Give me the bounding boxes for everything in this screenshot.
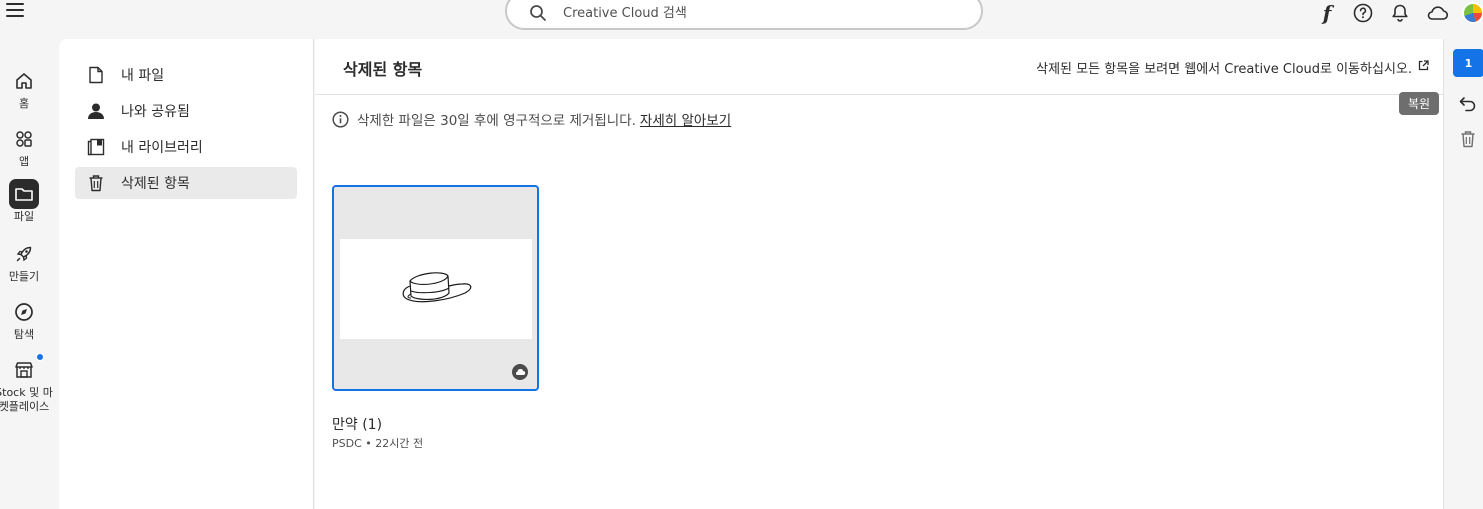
notice-text: 삭제한 파일은 30일 후에 영구적으로 제거됩니다. (357, 113, 636, 129)
open-web-link[interactable]: 삭제된 모든 항목을 보려면 웹에서 Creative Cloud로 이동하십시… (1036, 58, 1429, 77)
retention-notice: 삭제한 파일은 30일 후에 영구적으로 제거됩니다. 자세히 알아보기 (332, 109, 731, 129)
external-link-icon (1418, 60, 1429, 75)
sidebar-item-label: 나와 공유됨 (121, 104, 190, 120)
rail-label: 만들기 (8, 270, 40, 283)
cloud-icon[interactable] (1425, 2, 1449, 24)
rail-label: 파일 (13, 210, 35, 223)
hat-sketch (402, 272, 472, 303)
search-input[interactable] (563, 2, 943, 24)
apps-icon (9, 124, 39, 154)
page-title: 삭제된 항목 (343, 60, 423, 79)
rail-item-home[interactable]: 홈 (0, 66, 48, 111)
file-meta: PSDC • 22시간 전 (332, 437, 424, 450)
files-sidebar: 내 파일 나와 공유됨 내 라이브러리 삭제된 항목 (59, 39, 314, 509)
compass-icon (9, 297, 39, 327)
action-strip: 1 (1443, 39, 1483, 509)
selection-count-badge: 1 (1453, 49, 1483, 77)
avatar[interactable] (1462, 2, 1483, 24)
rail-item-files[interactable]: 파일 (0, 179, 48, 224)
help-icon[interactable] (1352, 2, 1374, 24)
store-icon (9, 353, 44, 385)
learn-more-link[interactable]: 자세히 알아보기 (640, 109, 731, 129)
sidebar-item-label: 내 라이브러리 (121, 140, 203, 156)
sidebar-item-libraries[interactable]: 내 라이브러리 (75, 131, 297, 163)
restore-tooltip: 복원 (1399, 92, 1440, 115)
sidebar-item-my-files[interactable]: 내 파일 (75, 59, 297, 91)
restore-icon[interactable] (1458, 94, 1478, 114)
sidebar-item-label: 삭제된 항목 (121, 176, 190, 192)
sidebar-item-deleted[interactable]: 삭제된 항목 (75, 167, 297, 199)
user-icon (87, 102, 105, 120)
folder-icon (9, 179, 39, 209)
main-content: 삭제된 항목 삭제된 모든 항목을 보려면 웹에서 Creative Cloud… (315, 39, 1443, 509)
bell-icon[interactable] (1389, 2, 1411, 24)
fonts-icon[interactable]: f (1316, 2, 1338, 24)
rail-label: 앱 (18, 155, 30, 168)
open-web-link-text: 삭제된 모든 항목을 보려면 웹에서 Creative Cloud로 이동하십시… (1036, 62, 1412, 77)
info-icon (332, 110, 349, 128)
rail-item-discover[interactable]: 탐색 (0, 297, 48, 342)
sidebar-item-shared[interactable]: 나와 공유됨 (75, 95, 297, 127)
library-icon (87, 138, 105, 156)
rail-label: 탐색 (13, 328, 35, 341)
rail-item-apps[interactable]: 앱 (0, 124, 48, 169)
rail-item-stock[interactable]: Stock 및 마 켓플레이스 (0, 353, 53, 414)
trash-icon (87, 174, 105, 192)
file-thumbnail (340, 239, 532, 339)
sidebar-item-label: 내 파일 (121, 68, 165, 84)
cloud-status-icon (512, 364, 528, 380)
rocket-icon (9, 239, 39, 269)
file-name: 만약 (1) (332, 417, 383, 433)
file-card[interactable] (332, 185, 539, 391)
delete-icon[interactable] (1458, 129, 1478, 149)
file-icon (87, 66, 105, 84)
rail-label: 홈 (18, 97, 30, 110)
menu-icon[interactable] (6, 3, 24, 19)
notification-dot (36, 353, 44, 361)
top-bar: f (0, 0, 1483, 38)
search-bar[interactable] (505, 0, 983, 30)
home-icon (9, 66, 39, 96)
search-icon (529, 4, 547, 26)
main-header: 삭제된 항목 삭제된 모든 항목을 보려면 웹에서 Creative Cloud… (315, 39, 1443, 95)
rail-item-create[interactable]: 만들기 (0, 239, 48, 284)
rail-label: Stock 및 마 켓플레이스 (0, 386, 53, 413)
